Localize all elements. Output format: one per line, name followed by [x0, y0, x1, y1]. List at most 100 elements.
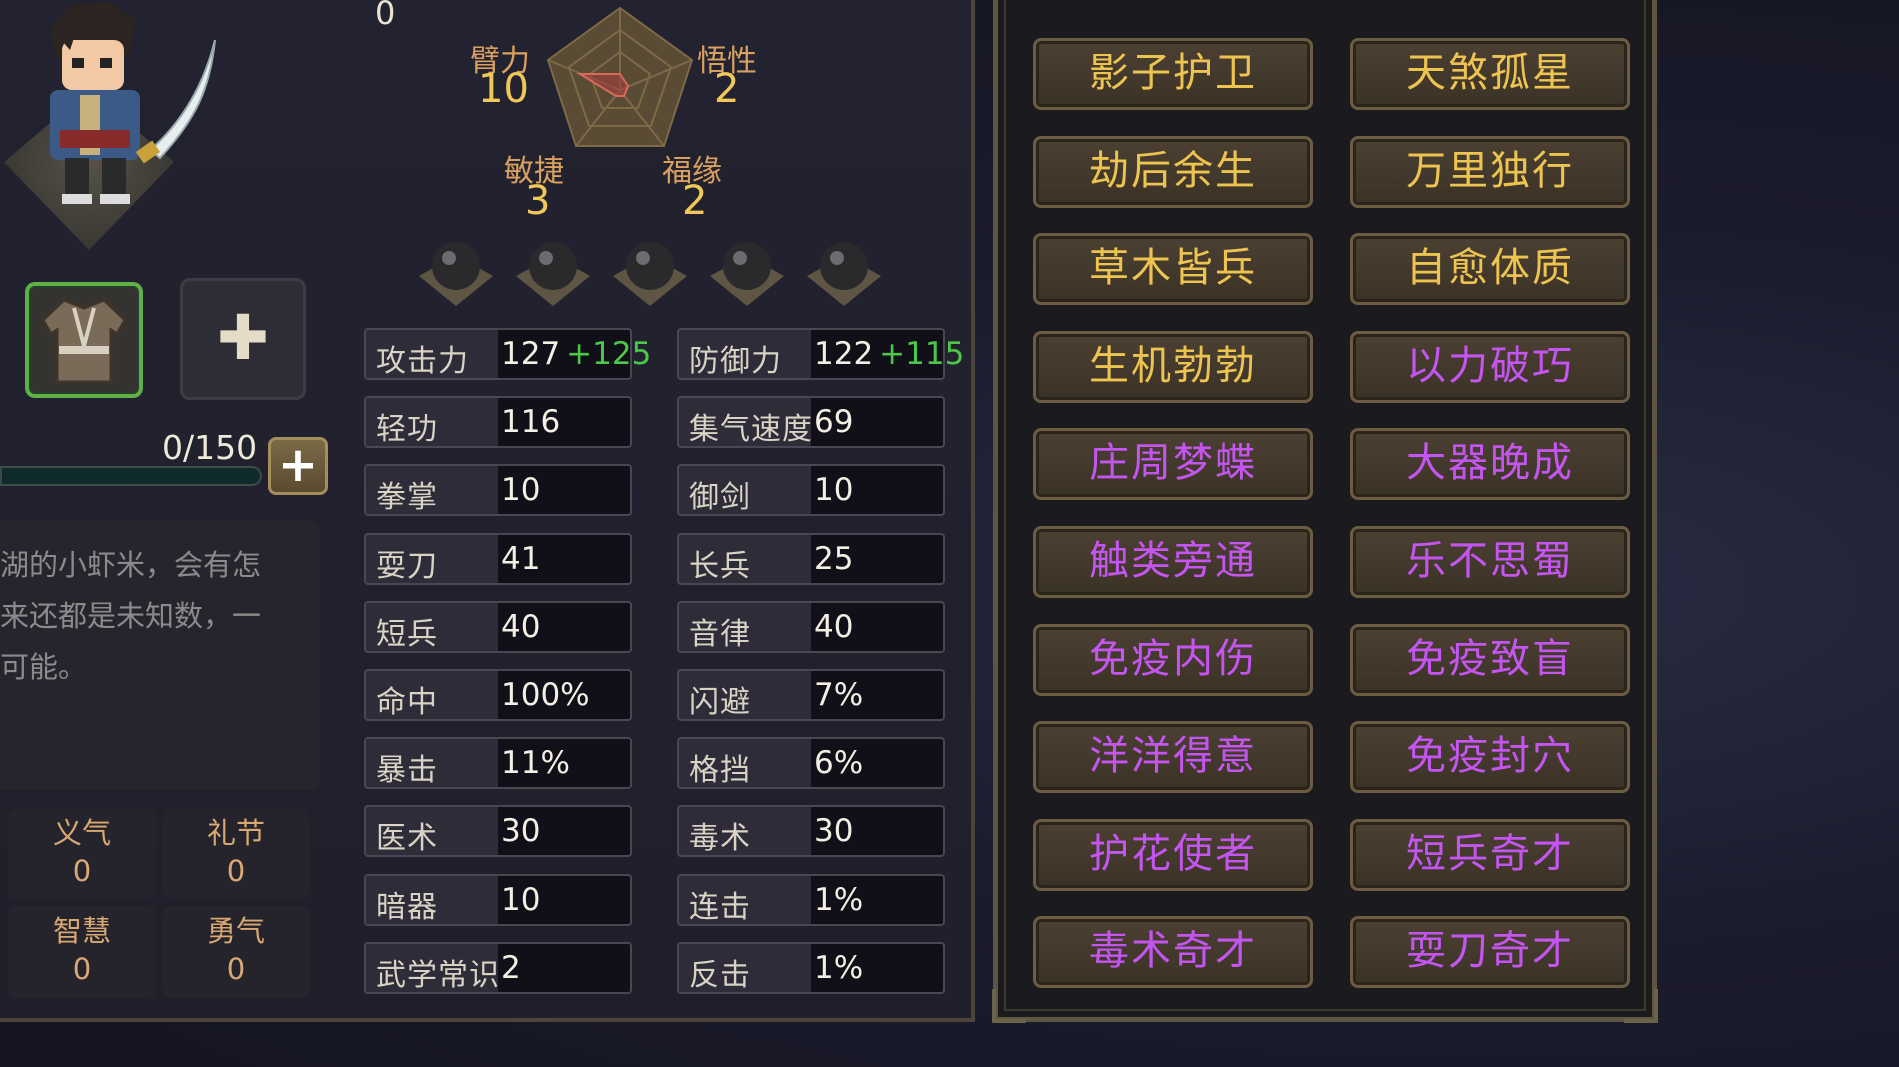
trait-badge[interactable]: 护花使者 — [1033, 818, 1313, 891]
virtue-value: 0 — [226, 854, 246, 888]
stat-label: 耍刀 — [376, 548, 438, 584]
trait-badge[interactable]: 自愈体质 — [1350, 233, 1630, 306]
stat-value: 1% — [814, 882, 863, 918]
top-counter: 0 — [375, 0, 396, 32]
stat-value-number: 122 — [814, 336, 874, 372]
stat-label: 格挡 — [689, 753, 751, 789]
stat-label: 暴击 — [376, 753, 438, 789]
stat-value: 41 — [501, 541, 540, 577]
stat-row: 暗器 10 — [364, 873, 632, 926]
trait-badge[interactable]: 毒术奇才 — [1033, 916, 1313, 989]
stat-value-number: 69 — [814, 404, 854, 441]
stat-value: 11% — [501, 745, 570, 781]
trait-badge[interactable]: 耍刀奇才 — [1350, 916, 1630, 989]
stat-value: 10 — [814, 472, 853, 508]
stat-row: 反击 1% — [677, 941, 945, 994]
panel-corner-ornament — [1624, 989, 1658, 1023]
traits-panel: 影子护卫 天煞孤星 劫后余生 万里独行 草木皆兵 自愈体质 生机勃勃 以力破巧 庄周梦蝶 大器晚成… — [992, 0, 1658, 1023]
stat-row: 轻功 116 — [364, 396, 632, 449]
stat-row: 御剑 10 — [677, 464, 945, 517]
stat-value: 40 — [501, 609, 540, 645]
trait-badge[interactable]: 以力破巧 — [1350, 330, 1630, 403]
trait-badge[interactable]: 乐不思蜀 — [1350, 526, 1630, 598]
stat-value-number: 127 — [501, 336, 561, 372]
stat-value-number: 1% — [814, 881, 864, 918]
stat-value-number: 30 — [814, 813, 854, 850]
add-equipment-slot[interactable]: ✚ — [180, 278, 306, 400]
stat-row: 耍刀 41 — [364, 532, 632, 585]
stat-bonus: +115 — [879, 336, 965, 372]
virtue-label: 智慧 — [52, 914, 111, 948]
robe-icon — [41, 298, 127, 384]
stat-label: 命中 — [376, 685, 438, 720]
virtue-courage: 勇气 0 — [163, 906, 309, 998]
gem-socket-5[interactable] — [803, 236, 885, 310]
gem-socket-4[interactable] — [706, 236, 788, 310]
stat-value-number: 10 — [501, 472, 541, 509]
stat-label: 闪避 — [689, 685, 751, 720]
stat-row: 拳掌 10 — [364, 464, 632, 517]
stat-label: 暗器 — [376, 889, 438, 925]
trait-badge[interactable]: 劫后余生 — [1033, 135, 1313, 208]
description-line: 来还都是未知数，一 — [0, 599, 262, 633]
stat-row: 武学常识 2 — [364, 941, 632, 994]
radar-strength-value: 10 — [478, 66, 529, 112]
trait-badge[interactable]: 万里独行 — [1350, 135, 1630, 208]
virtue-value: 0 — [72, 854, 92, 888]
stat-row: 短兵 40 — [364, 600, 632, 653]
trait-badge[interactable]: 免疫内伤 — [1033, 623, 1313, 696]
trait-badge[interactable]: 天煞孤星 — [1350, 38, 1630, 110]
stat-value: 25 — [814, 541, 853, 577]
gem-socket-3[interactable] — [609, 236, 691, 310]
stat-row: 命中 100% — [364, 669, 632, 721]
plus-icon: ✚ — [217, 301, 269, 374]
trait-badge[interactable]: 免疫封穴 — [1350, 721, 1630, 794]
stat-value: 30 — [501, 813, 540, 849]
trait-badge[interactable]: 洋洋得意 — [1033, 721, 1313, 794]
virtue-etiquette: 礼节 0 — [163, 808, 309, 900]
stat-value-number: 7% — [814, 677, 864, 713]
gem-socket-1[interactable] — [415, 236, 497, 310]
virtue-value: 0 — [226, 952, 246, 986]
stat-label: 轻功 — [376, 412, 438, 448]
attribute-radar-chart — [546, 6, 694, 147]
stat-label: 拳掌 — [376, 480, 438, 516]
stat-label: 毒术 — [689, 821, 751, 857]
trait-badge[interactable]: 庄周梦蝶 — [1033, 428, 1313, 501]
character-description: 湖的小虾米，会有怎 来还都是未知数，一 可能。 — [0, 520, 320, 790]
trait-badge[interactable]: 生机勃勃 — [1033, 330, 1313, 403]
stat-value-number: 10 — [501, 881, 541, 918]
stat-row: 暴击 11% — [364, 737, 632, 790]
virtue-righteousness: 义气 0 — [8, 808, 156, 900]
stat-value: 127 +125 — [501, 336, 651, 372]
gem-socket-2[interactable] — [512, 236, 594, 310]
equipment-slot-armor[interactable] — [25, 282, 143, 398]
stat-value-number: 40 — [814, 608, 854, 645]
stat-row: 集气速度 69 — [677, 396, 945, 449]
trait-badge[interactable]: 触类旁通 — [1033, 526, 1313, 598]
trait-badge[interactable]: 短兵奇才 — [1350, 818, 1630, 891]
stat-label: 长兵 — [689, 548, 751, 584]
trait-badge[interactable]: 草木皆兵 — [1033, 233, 1313, 306]
stat-value-number: 40 — [501, 608, 541, 645]
stat-row: 防御力 122 +115 — [677, 328, 964, 380]
stat-value: 116 — [501, 404, 560, 440]
trait-badge[interactable]: 免疫致盲 — [1350, 623, 1630, 696]
stat-row: 攻击力 127 +125 — [364, 328, 651, 380]
trait-badge[interactable]: 影子护卫 — [1033, 38, 1313, 110]
radar-agility-value: 3 — [525, 178, 551, 224]
stat-value-number: 11% — [501, 745, 570, 782]
stat-value-number: 30 — [501, 813, 541, 850]
stat-value: 100% — [501, 677, 590, 713]
stat-label: 武学常识 — [376, 957, 500, 993]
stat-value: 30 — [814, 813, 853, 849]
trait-badge[interactable]: 大器晚成 — [1350, 428, 1630, 501]
stat-label: 防御力 — [689, 344, 782, 379]
stat-label: 医术 — [376, 821, 438, 857]
add-exp-button[interactable]: + — [268, 437, 328, 495]
stat-label: 反击 — [689, 957, 751, 993]
virtue-value: 0 — [72, 952, 92, 986]
stat-value-number: 25 — [814, 540, 854, 577]
stat-label: 短兵 — [376, 616, 438, 652]
description-line: 湖的小虾米，会有怎 — [0, 548, 262, 582]
